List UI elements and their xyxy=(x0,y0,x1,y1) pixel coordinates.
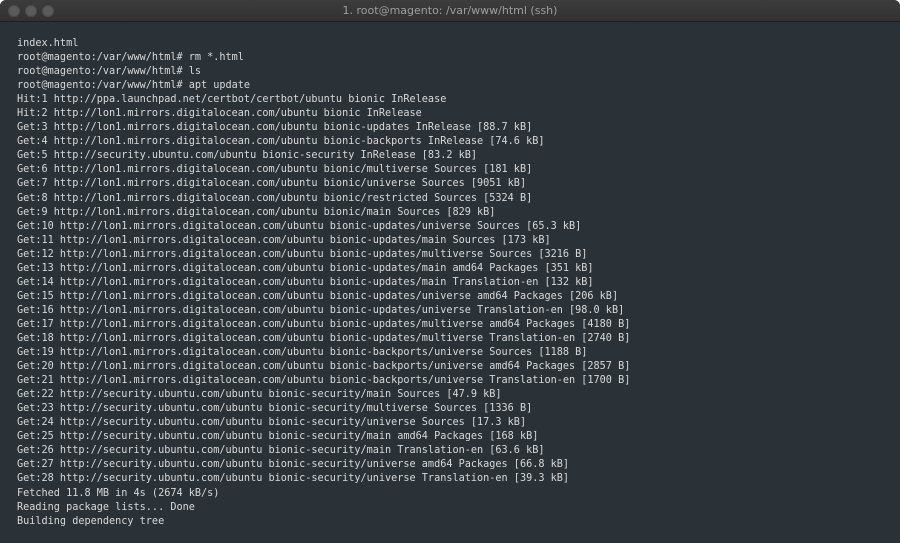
terminal-line: Fetched 11.8 MB in 4s (2674 kB/s) xyxy=(17,487,220,499)
terminal-line: root@magento:/var/www/html# ls xyxy=(17,66,202,78)
terminal-line: Get:20 http://lon1.mirrors.digitalocean.… xyxy=(17,361,631,373)
terminal-line: Get:10 http://lon1.mirrors.digitalocean.… xyxy=(17,220,582,232)
terminal-output[interactable]: index.html root@magento:/var/www/html# rm… xyxy=(17,37,890,535)
terminal-line: Get:13 http://lon1.mirrors.digitalocean.… xyxy=(17,262,594,274)
terminal-line: Get:28 http://security.ubuntu.com/ubuntu… xyxy=(17,473,570,485)
terminal-line: root@magento:/var/www/html# rm *.html xyxy=(17,52,244,64)
terminal-line: Get:4 http://lon1.mirrors.digitalocean.c… xyxy=(17,136,545,148)
terminal-line: Get:5 http://security.ubuntu.com/ubuntu … xyxy=(17,150,478,162)
terminal-line: Get:24 http://security.ubuntu.com/ubuntu… xyxy=(17,417,527,429)
terminal-line: Get:15 http://lon1.mirrors.digitalocean.… xyxy=(17,290,619,302)
terminal-line: Hit:2 http://lon1.mirrors.digitalocean.c… xyxy=(17,108,422,120)
terminal-line: Get:19 http://lon1.mirrors.digitalocean.… xyxy=(17,347,588,359)
terminal-line: Get:22 http://security.ubuntu.com/ubuntu… xyxy=(17,389,502,401)
terminal-line: Get:14 http://lon1.mirrors.digitalocean.… xyxy=(17,276,594,288)
terminal-line: Get:25 http://security.ubuntu.com/ubuntu… xyxy=(17,431,539,443)
terminal-line: Get:27 http://security.ubuntu.com/ubuntu… xyxy=(17,459,570,471)
terminal-line: Get:16 http://lon1.mirrors.digitalocean.… xyxy=(17,304,625,316)
terminal-line: Get:11 http://lon1.mirrors.digitalocean.… xyxy=(17,234,551,246)
terminal-line: Get:6 http://lon1.mirrors.digitalocean.c… xyxy=(17,164,533,176)
terminal-window: 1. root@magento: /var/www/html (ssh) ind… xyxy=(0,0,900,543)
terminal-line: Get:12 http://lon1.mirrors.digitalocean.… xyxy=(17,248,588,260)
window-title: 1. root@magento: /var/www/html (ssh) xyxy=(342,4,558,17)
title-bar[interactable]: 1. root@magento: /var/www/html (ssh) xyxy=(0,0,900,22)
terminal-line: Get:9 http://lon1.mirrors.digitalocean.c… xyxy=(17,206,496,218)
terminal-line: Get:26 http://security.ubuntu.com/ubuntu… xyxy=(17,445,545,457)
terminal-line: Get:7 http://lon1.mirrors.digitalocean.c… xyxy=(17,178,527,190)
terminal-line: Get:21 http://lon1.mirrors.digitalocean.… xyxy=(17,375,631,387)
terminal-line: Get:3 http://lon1.mirrors.digitalocean.c… xyxy=(17,122,533,134)
terminal-line: Get:17 http://lon1.mirrors.digitalocean.… xyxy=(17,318,631,330)
terminal-line: Hit:1 http://ppa.launchpad.net/certbot/c… xyxy=(17,94,447,106)
terminal-line: Reading package lists... Done xyxy=(17,501,195,513)
terminal-line: Get:23 http://security.ubuntu.com/ubuntu… xyxy=(17,403,533,415)
terminal-line: root@magento:/var/www/html# apt update xyxy=(17,80,251,92)
terminal-line: Get:8 http://lon1.mirrors.digitalocean.c… xyxy=(17,192,533,204)
terminal-line: index.html xyxy=(17,38,79,49)
terminal-line: Get:18 http://lon1.mirrors.digitalocean.… xyxy=(17,332,631,344)
terminal-line: Building dependency tree xyxy=(17,515,165,527)
